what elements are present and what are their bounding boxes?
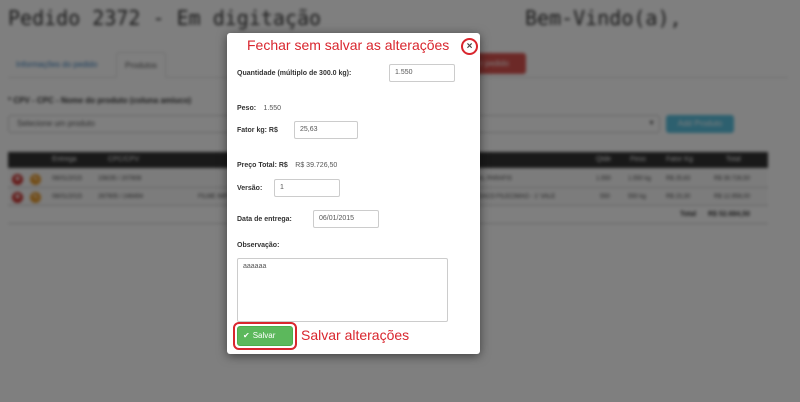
quantidade-label: Quantidade (múltiplo de 300.0 kg): [237, 70, 352, 77]
data-entrega-input[interactable]: 06/01/2015 [313, 210, 379, 228]
save-button-label: Salvar [252, 331, 276, 340]
preco-total-label: Preço Total: R$ [237, 162, 288, 169]
preco-total-value: R$ 39.726,50 [295, 162, 338, 169]
save-annotation: Salvar alterações [301, 327, 410, 343]
fator-label: Fator kg: R$ [237, 127, 278, 134]
save-button[interactable]: ✔ Salvar [237, 326, 293, 346]
peso-label: Peso: [237, 105, 257, 112]
data-entrega-label: Data de entrega: [237, 216, 292, 223]
peso-field: Peso: 1.550 [237, 97, 281, 115]
versao-label: Versão: [237, 185, 263, 192]
close-annotation: Fechar sem salvar as alterações [247, 37, 450, 53]
versao-input[interactable]: 1 [274, 179, 340, 197]
edit-product-modal: Fechar sem salvar as alterações × Quanti… [227, 33, 480, 354]
fator-input[interactable]: 25,63 [294, 121, 358, 139]
observacao-textarea[interactable]: aaaaaa [237, 258, 448, 322]
quantidade-input[interactable]: 1.550 [389, 64, 455, 82]
screen: Pedido 2372 - Em digitação Bem-Vindo(a),… [0, 0, 800, 402]
check-icon: ✔ [243, 331, 250, 340]
preco-total-field: Preço Total: R$ R$ 39.726,50 [237, 154, 337, 172]
observacao-label: Observação: [237, 242, 280, 249]
peso-value: 1.550 [263, 105, 282, 112]
close-button[interactable]: × [461, 38, 478, 55]
close-icon: × [466, 41, 473, 52]
